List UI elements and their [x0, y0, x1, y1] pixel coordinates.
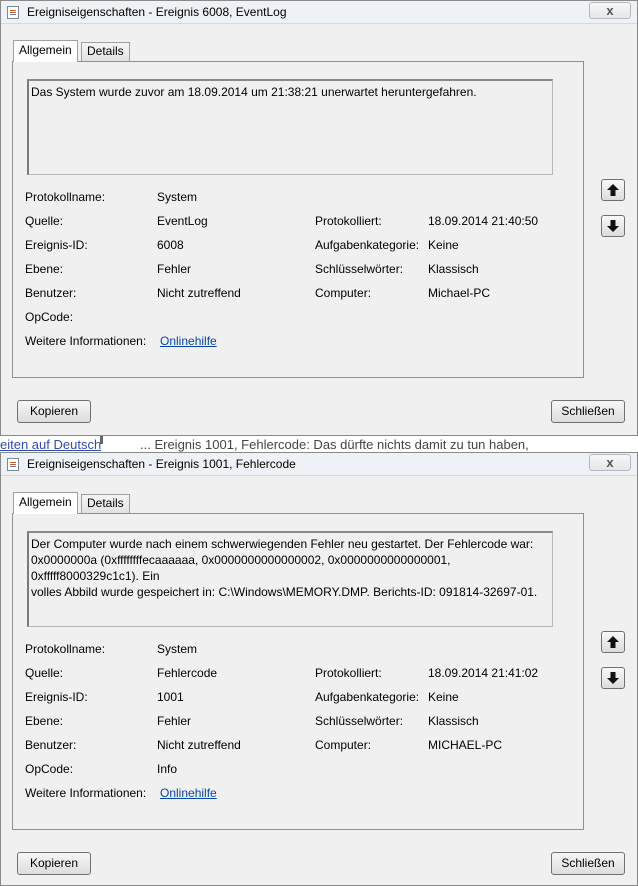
label-aufgabenkategorie: Aufgabenkategorie: [315, 690, 420, 704]
previous-event-button[interactable] [601, 631, 625, 653]
general-panel: Das System wurde zuvor am 18.09.2014 um … [12, 61, 584, 378]
next-event-button[interactable] [601, 667, 625, 689]
label-aufgabenkategorie: Aufgabenkategorie: [315, 238, 420, 252]
title-bar[interactable]: Ereigniseigenschaften - Ereignis 1001, F… [1, 453, 637, 476]
label-opcode: OpCode: [25, 310, 74, 324]
label-benutzer: Benutzer: [25, 286, 77, 300]
event-properties-icon [7, 458, 19, 471]
arrow-up-icon [607, 184, 619, 196]
online-help-link[interactable]: Onlinehilfe [160, 786, 217, 800]
label-ereignis-id: Ereignis-ID: [25, 238, 88, 252]
strip-divider [100, 436, 103, 444]
language-link[interactable]: eiten auf Deutsch [0, 437, 101, 452]
value-protokolliert: 18.09.2014 21:40:50 [428, 214, 539, 228]
value-schluesselwoerter: Klassisch [428, 714, 479, 728]
label-quelle: Quelle: [25, 214, 64, 228]
value-schluesselwoerter: Klassisch [428, 262, 479, 276]
close-icon: x [606, 3, 614, 18]
label-protokollname: Protokollname: [25, 190, 106, 204]
arrow-up-icon [607, 636, 619, 648]
value-computer: MICHAEL-PC [428, 738, 503, 752]
value-aufgabenkategorie: Keine [428, 690, 459, 704]
close-icon: x [606, 455, 614, 470]
value-protokollname: System [157, 642, 198, 656]
tab-general[interactable]: Allgemein [13, 40, 78, 62]
label-schluesselwoerter: Schlüsselwörter: [315, 262, 404, 276]
label-opcode: OpCode: [25, 762, 74, 776]
label-ebene: Ebene: [25, 262, 64, 276]
label-benutzer: Benutzer: [25, 738, 77, 752]
previous-event-button[interactable] [601, 179, 625, 201]
value-quelle: Fehlercode [157, 666, 218, 680]
arrow-down-icon [607, 220, 619, 232]
event-description[interactable]: Das System wurde zuvor am 18.09.2014 um … [27, 79, 553, 175]
label-computer: Computer: [315, 286, 372, 300]
tab-details[interactable]: Details [81, 494, 130, 513]
event-properties-icon [7, 6, 19, 19]
value-opcode: Info [157, 762, 178, 776]
value-ebene: Fehler [157, 262, 192, 276]
window-close-button[interactable]: x [589, 454, 631, 471]
label-computer: Computer: [315, 738, 372, 752]
value-quelle: EventLog [157, 214, 208, 228]
value-ereignis-id: 6008 [157, 238, 184, 252]
tab-details[interactable]: Details [81, 42, 130, 61]
background-page-strip: eiten auf Deutsch ... Ereignis 1001, Feh… [0, 436, 638, 452]
next-event-button[interactable] [601, 215, 625, 237]
label-protokolliert: Protokolliert: [315, 214, 382, 228]
value-computer: Michael-PC [428, 286, 491, 300]
value-aufgabenkategorie: Keine [428, 238, 459, 252]
label-ebene: Ebene: [25, 714, 64, 728]
label-weitere-informationen: Weitere Informationen: [25, 334, 147, 348]
label-weitere-informationen: Weitere Informationen: [25, 786, 147, 800]
window-title: Ereigniseigenschaften - Ereignis 6008, E… [27, 5, 287, 19]
label-quelle: Quelle: [25, 666, 64, 680]
value-ebene: Fehler [157, 714, 192, 728]
label-protokolliert: Protokolliert: [315, 666, 382, 680]
label-ereignis-id: Ereignis-ID: [25, 690, 88, 704]
event-description[interactable]: Der Computer wurde nach einem schwerwieg… [27, 531, 553, 627]
value-protokolliert: 18.09.2014 21:41:02 [428, 666, 539, 680]
value-benutzer: Nicht zutreffend [157, 738, 241, 752]
label-schluesselwoerter: Schlüsselwörter: [315, 714, 404, 728]
background-text: ... Ereignis 1001, Fehlercode: Das dürft… [140, 437, 529, 452]
value-protokollname: System [157, 190, 198, 204]
event-properties-dialog-6008: Ereigniseigenschaften - Ereignis 6008, E… [0, 0, 638, 436]
arrow-down-icon [607, 672, 619, 684]
event-properties-dialog-1001: Ereigniseigenschaften - Ereignis 1001, F… [0, 452, 638, 886]
value-benutzer: Nicht zutreffend [157, 286, 241, 300]
copy-button[interactable]: Kopieren [17, 400, 91, 423]
window-close-button[interactable]: x [589, 2, 631, 19]
copy-button[interactable]: Kopieren [17, 852, 91, 875]
close-button[interactable]: Schließen [551, 852, 625, 875]
window-title: Ereigniseigenschaften - Ereignis 1001, F… [27, 457, 296, 471]
close-button[interactable]: Schließen [551, 400, 625, 423]
label-protokollname: Protokollname: [25, 642, 106, 656]
tab-general[interactable]: Allgemein [13, 492, 78, 514]
title-bar[interactable]: Ereigniseigenschaften - Ereignis 6008, E… [1, 1, 637, 24]
value-ereignis-id: 1001 [157, 690, 184, 704]
online-help-link[interactable]: Onlinehilfe [160, 334, 217, 348]
general-panel: Der Computer wurde nach einem schwerwieg… [12, 513, 584, 830]
